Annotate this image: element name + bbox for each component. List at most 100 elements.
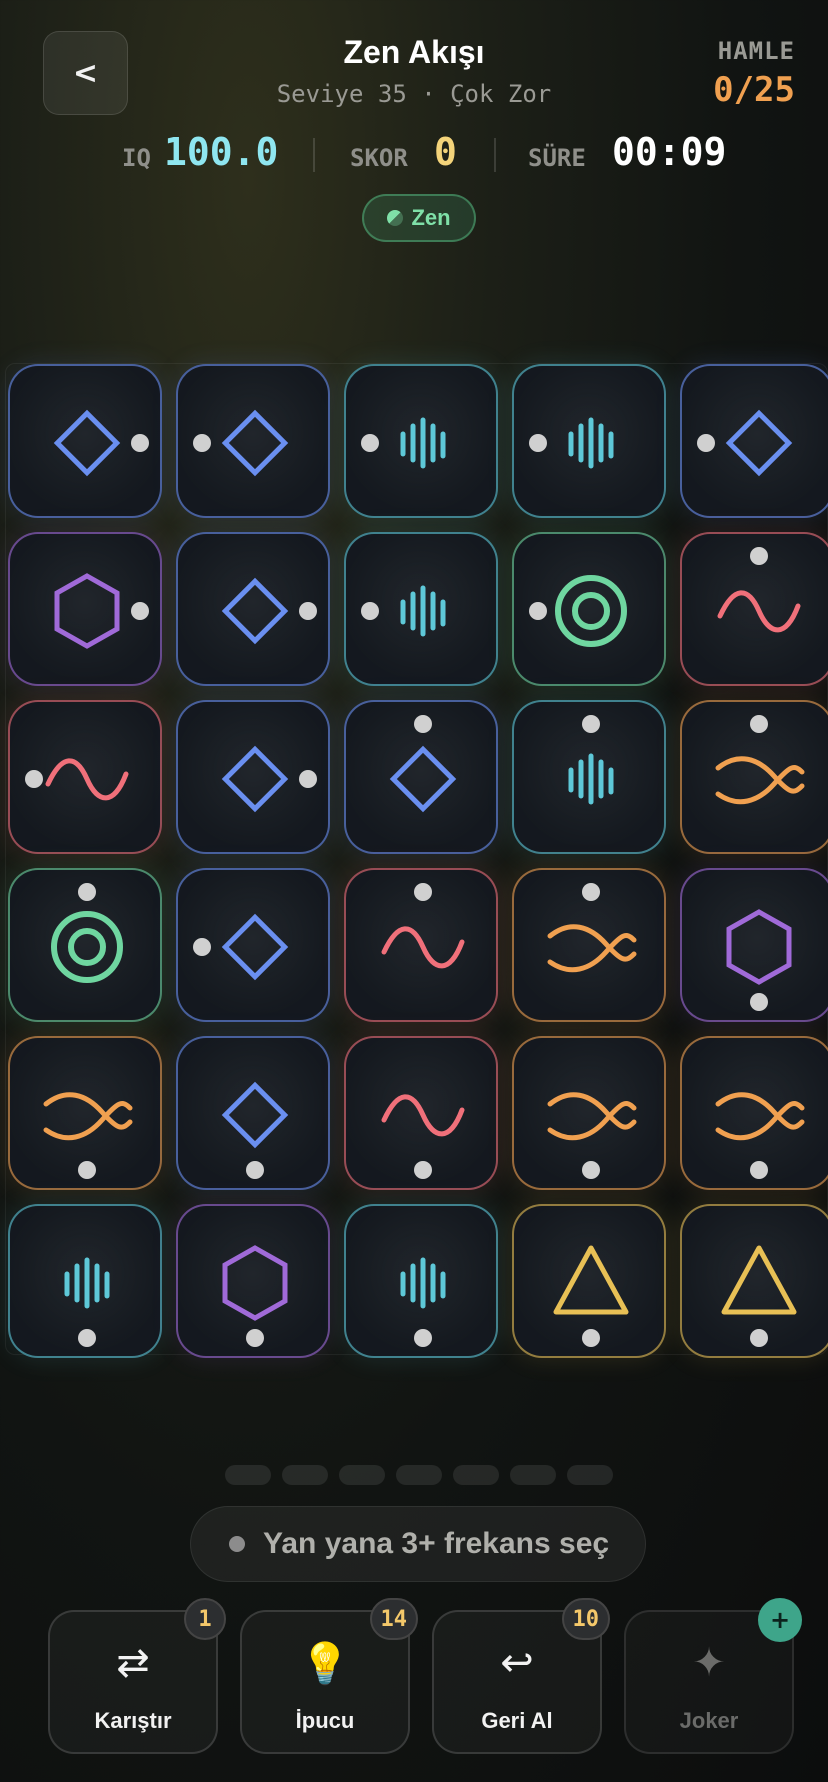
connector-dot: [361, 602, 379, 620]
zen-mode-badge[interactable]: Zen: [362, 194, 476, 242]
connector-dot: [750, 1161, 768, 1179]
undo-button[interactable]: ↩ Geri Al 10: [432, 1598, 610, 1754]
hint-count-badge: 14: [369, 1598, 418, 1640]
twist-icon: [547, 1092, 637, 1179]
connector-dot: [131, 434, 149, 452]
tile-diamond-blue[interactable]: [8, 364, 162, 518]
tile-bars-teal[interactable]: [512, 364, 666, 518]
shuffle-label: Karıştır: [94, 1708, 172, 1733]
tile-twist-orange[interactable]: [512, 868, 666, 1022]
tile-diamond-blue[interactable]: [344, 700, 498, 854]
connector-dot: [78, 1329, 96, 1347]
stats-row: IQ 100.0 SKOR 0 SÜRE 00:09: [0, 130, 828, 180]
wave-icon: [717, 547, 801, 633]
page-dot: [567, 1465, 613, 1485]
iq-value: 100.0: [164, 130, 279, 174]
connector-dot: [299, 770, 317, 788]
connector-dot: [582, 1161, 600, 1179]
connector-dot: [414, 715, 432, 733]
tile-hexagon-purple[interactable]: [8, 532, 162, 686]
tile-bars-teal[interactable]: [344, 532, 498, 686]
connector-dot: [750, 715, 768, 733]
rings-icon: [529, 575, 627, 647]
page-dot: [453, 1465, 499, 1485]
connector-dot: [582, 883, 600, 901]
tile-twist-orange[interactable]: [8, 1036, 162, 1190]
tile-twist-orange[interactable]: [680, 700, 828, 854]
shuffle-button[interactable]: ⇄ Karıştır 1: [48, 1598, 226, 1754]
tile-hexagon-purple[interactable]: [680, 868, 828, 1022]
diamond-icon: [193, 409, 289, 477]
hexagon-icon: [726, 909, 792, 1011]
diamond-icon: [221, 1081, 289, 1179]
zen-mode-icon: [387, 210, 404, 226]
twist-icon: [43, 1092, 133, 1179]
tile-bars-teal[interactable]: [8, 1204, 162, 1358]
page-dot: [339, 1465, 385, 1485]
tile-triangle-yellow[interactable]: [680, 1204, 828, 1358]
tile-diamond-blue[interactable]: [680, 364, 828, 518]
connector-dot: [193, 938, 211, 956]
hexagon-icon: [54, 573, 149, 649]
page-dot: [282, 1465, 328, 1485]
zen-mode-label: Zen: [411, 205, 451, 230]
bars-icon: [361, 417, 446, 469]
tile-diamond-blue[interactable]: [176, 532, 330, 686]
connector-dot: [78, 883, 96, 901]
tile-hexagon-purple[interactable]: [176, 1204, 330, 1358]
tile-wave-red[interactable]: [344, 868, 498, 1022]
undo-label: Geri Al: [481, 1708, 553, 1733]
shuffle-count-badge: 1: [184, 1598, 226, 1640]
hexagon-icon: [222, 1245, 288, 1347]
connector-dot: [582, 715, 600, 733]
bars-icon: [529, 417, 614, 469]
bars-icon: [400, 1257, 446, 1347]
twist-icon: [547, 883, 637, 973]
hint-bar: Yan yana 3+ frekans seç: [190, 1506, 646, 1582]
connector-dot: [299, 602, 317, 620]
iq-label: IQ: [122, 144, 151, 172]
tile-wave-red[interactable]: [344, 1036, 498, 1190]
connector-dot: [193, 434, 211, 452]
connector-dot: [361, 434, 379, 452]
diamond-icon: [53, 409, 149, 477]
level-subtitle: Seviye 35 · Çok Zor: [276, 80, 552, 108]
wave-icon: [381, 883, 465, 969]
tile-rings-green[interactable]: [8, 868, 162, 1022]
top-bar: < Zen Akışı Seviye 35 · Çok Zor HAMLE 0/…: [0, 0, 828, 250]
connector-dot: [25, 770, 43, 788]
connector-dot: [246, 1161, 264, 1179]
connector-dot: [529, 434, 547, 452]
lightbulb-icon: 💡: [300, 1641, 350, 1687]
tile-rings-green[interactable]: [512, 532, 666, 686]
page-dot: [225, 1465, 271, 1485]
add-joker-button[interactable]: +: [758, 1598, 802, 1642]
tile-wave-red[interactable]: [680, 532, 828, 686]
tile-diamond-blue[interactable]: [176, 868, 330, 1022]
tile-wave-red[interactable]: [8, 700, 162, 854]
tile-bars-teal[interactable]: [512, 700, 666, 854]
tile-bars-teal[interactable]: [344, 364, 498, 518]
undo-icon: ↩: [500, 1640, 534, 1686]
triangle-icon: [721, 1245, 797, 1347]
tile-twist-orange[interactable]: [680, 1036, 828, 1190]
tile-diamond-blue[interactable]: [176, 1036, 330, 1190]
triangle-icon: [553, 1245, 629, 1347]
connector-dot: [131, 602, 149, 620]
tile-bars-teal[interactable]: [344, 1204, 498, 1358]
page-dot: [510, 1465, 556, 1485]
tile-diamond-blue[interactable]: [176, 364, 330, 518]
joker-button[interactable]: ✦ Joker +: [624, 1598, 802, 1754]
connector-dot: [750, 993, 768, 1011]
tile-diamond-blue[interactable]: [176, 700, 330, 854]
hint-button[interactable]: 💡 İpucu 14: [240, 1598, 418, 1754]
wave-icon: [25, 758, 129, 801]
diamond-icon: [221, 577, 317, 645]
undo-count-badge: 10: [561, 1598, 610, 1640]
time-label: SÜRE: [528, 144, 586, 172]
connector-dot: [414, 883, 432, 901]
stat-divider: [494, 138, 496, 172]
tile-triangle-yellow[interactable]: [512, 1204, 666, 1358]
tile-twist-orange[interactable]: [512, 1036, 666, 1190]
sparkle-icon: ✦: [692, 1640, 726, 1686]
